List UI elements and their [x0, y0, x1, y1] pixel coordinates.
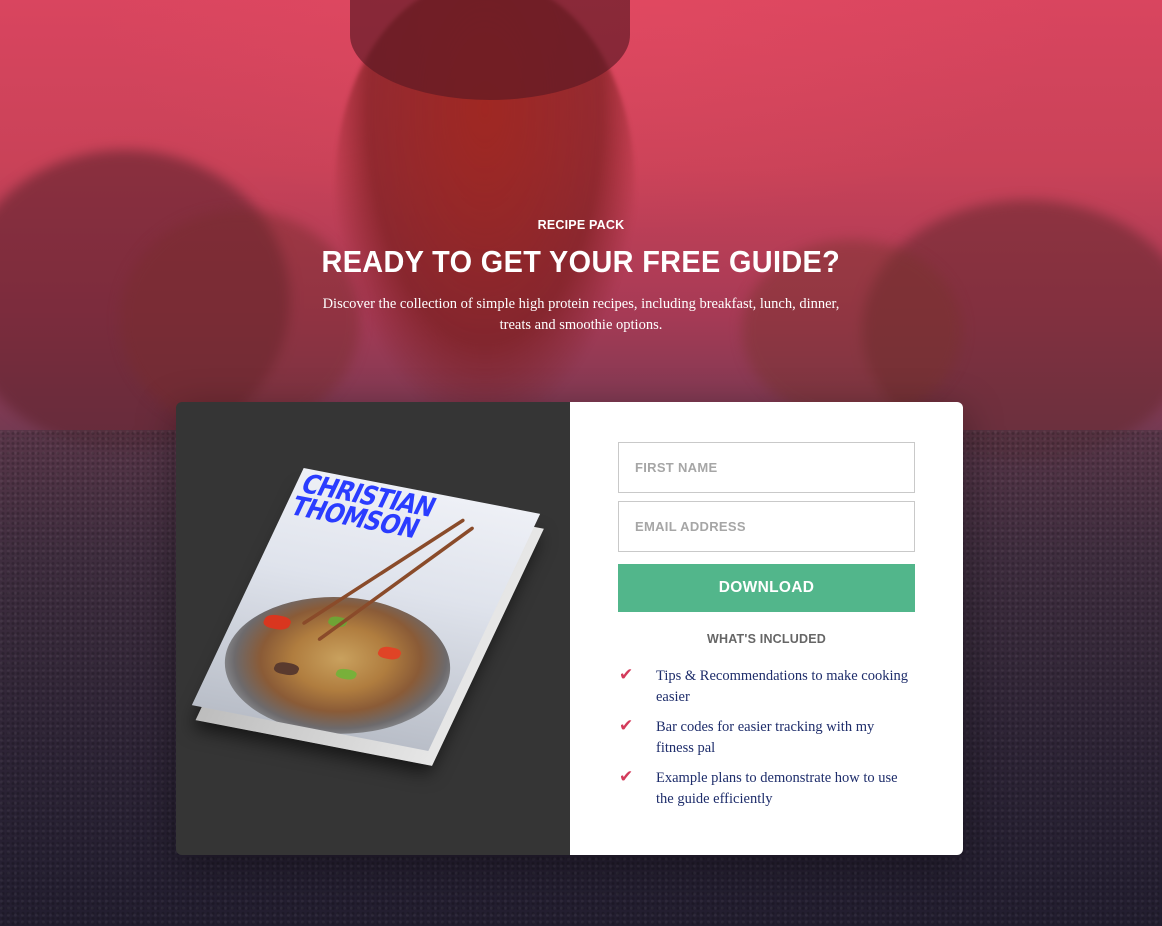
signup-form: DOWNLOAD WHAT'S INCLUDED ✔ Tips & Recomm… [570, 402, 963, 855]
list-item-text: Tips & Recommendations to make cooking e… [656, 668, 908, 705]
list-item-text: Bar codes for easier tracking with my fi… [656, 719, 875, 756]
download-button[interactable]: DOWNLOAD [618, 564, 915, 612]
first-name-field[interactable] [618, 442, 915, 493]
hero-text: RECIPE PACK READY TO GET YOUR FREE GUIDE… [0, 218, 1162, 336]
hero-description: Discover the collection of simple high p… [322, 296, 840, 333]
check-icon: ✔ [619, 767, 634, 786]
book-panel: CHRISTIAN THOMSON [176, 402, 570, 855]
list-item: ✔ Bar codes for easier tracking with my … [618, 717, 915, 759]
recipe-book: CHRISTIAN THOMSON [191, 468, 544, 766]
page-title: READY TO GET YOUR FREE GUIDE? [321, 244, 841, 279]
section-kicker: RECIPE PACK [537, 218, 625, 232]
included-list: ✔ Tips & Recommendations to make cooking… [618, 666, 915, 810]
check-icon: ✔ [619, 716, 634, 735]
signup-card: CHRISTIAN THOMSON DOWNLOAD WHAT'S INCLUD… [176, 402, 963, 855]
list-item-text: Example plans to demonstrate how to use … [656, 770, 898, 807]
list-item: ✔ Tips & Recommendations to make cooking… [618, 666, 915, 708]
book-cover: CHRISTIAN THOMSON [191, 468, 541, 751]
book-image: CHRISTIAN THOMSON [191, 468, 556, 792]
book-cover-title: CHRISTIAN THOMSON [285, 469, 440, 545]
whats-included-title: WHAT'S INCLUDED [707, 632, 826, 646]
email-field[interactable] [618, 501, 915, 552]
list-item: ✔ Example plans to demonstrate how to us… [618, 768, 915, 810]
check-icon: ✔ [619, 665, 634, 684]
